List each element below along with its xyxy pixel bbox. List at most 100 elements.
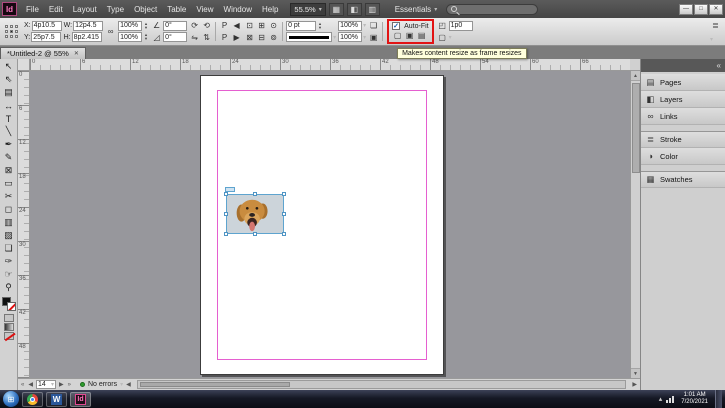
scale-y-stepper[interactable]: ▴ ▾ (143, 33, 149, 42)
scissors-tool[interactable]: ✂ (1, 190, 17, 203)
select-previous-object-button[interactable]: ◀ (231, 20, 242, 31)
scroll-left-button[interactable]: ◀ (125, 381, 132, 388)
rotation-angle-field[interactable]: 0° (163, 20, 188, 31)
expand-panels-icon[interactable]: « (717, 61, 721, 70)
opacity-field[interactable]: 100% (338, 20, 363, 31)
show-desktop-button[interactable] (715, 390, 722, 408)
resize-handle[interactable] (282, 212, 286, 216)
selected-image-frame[interactable] (224, 187, 286, 236)
paragraph-style-button[interactable]: P (219, 32, 230, 43)
fill-stroke-control[interactable] (1, 297, 16, 311)
scroll-up-button[interactable]: ▲ (630, 71, 641, 81)
free-transform-tool[interactable]: ◻ (1, 203, 17, 216)
stroke-type-dropdown[interactable] (286, 32, 333, 43)
view-options-button[interactable]: ▦ (328, 2, 344, 16)
resize-handle[interactable] (224, 232, 228, 236)
preflight-status[interactable]: No errors ▾ (79, 381, 123, 388)
effects-button[interactable]: ▣ (368, 32, 379, 43)
start-button[interactable]: ⊞ (3, 391, 19, 407)
resize-handle[interactable] (253, 192, 257, 196)
apply-none-button[interactable] (3, 332, 14, 340)
horizontal-ruler[interactable]: 0 6 12 18 24 30 36 42 48 54 60 66 (30, 59, 630, 71)
minimize-button[interactable]: — (679, 3, 693, 15)
width-field[interactable]: 12p4.5 (73, 20, 104, 31)
y-field[interactable]: 25p7.5 (31, 32, 62, 43)
stroke-color-swatch[interactable] (6, 302, 16, 311)
vertical-scroll-thumb[interactable] (631, 83, 640, 173)
tab-close-icon[interactable]: ✕ (74, 50, 79, 57)
scroll-down-button[interactable]: ▼ (630, 368, 641, 378)
menu-type[interactable]: Type (102, 3, 129, 16)
scale-x-stepper[interactable]: ▴ ▾ (143, 21, 149, 30)
stroke-weight-field[interactable]: 0 pt (286, 20, 317, 31)
control-panel-menu-icon[interactable]: ≣ (710, 20, 721, 31)
horizontal-scrollbar[interactable] (136, 380, 627, 389)
corner-options-icon[interactable]: ◰ (437, 20, 448, 31)
vertical-ruler[interactable]: 0 6 12 18 24 30 36 42 48 (18, 71, 30, 378)
panel-stroke[interactable]: ≣ Stroke (641, 131, 725, 148)
scroll-right-button[interactable]: ▶ (631, 381, 638, 388)
text-wrap-bounding-box-button[interactable]: ▣ (404, 30, 415, 41)
text-wrap-object-button[interactable]: ▤ (416, 30, 427, 41)
menu-object[interactable]: Object (129, 3, 162, 16)
hand-tool[interactable]: ☞ (1, 268, 17, 281)
pen-tool[interactable]: ✒ (1, 138, 17, 151)
reference-point-proxy[interactable] (5, 24, 19, 39)
screen-mode-button[interactable]: ◧ (346, 2, 362, 16)
stroke-weight-stepper[interactable]: ▴ ▾ (317, 21, 323, 30)
apply-gradient-button[interactable] (3, 323, 14, 331)
fit-frame-to-content-button[interactable]: ⊞ (256, 20, 267, 31)
next-page-button[interactable]: ▶ (58, 381, 65, 388)
scale-y-field[interactable]: 100% (118, 32, 143, 43)
line-tool[interactable]: ╲ (1, 125, 17, 138)
menu-edit[interactable]: Edit (44, 3, 68, 16)
gradient-feather-tool[interactable]: ▨ (1, 229, 17, 242)
shear-angle-field[interactable]: 0° (163, 32, 188, 43)
menu-window[interactable]: Window (219, 3, 257, 16)
first-page-button[interactable]: « (20, 382, 25, 388)
vertical-scrollbar[interactable]: ▲ ▼ (630, 71, 641, 378)
indesign-logo-icon[interactable]: Id (2, 2, 17, 16)
previous-page-button[interactable]: ◀ (27, 381, 34, 388)
selection-tool[interactable]: ↖ (1, 60, 17, 73)
page-tool[interactable]: ▤ (1, 86, 17, 99)
scale-x-field[interactable]: 100% (118, 20, 143, 31)
resize-handle[interactable] (224, 212, 228, 216)
menu-view[interactable]: View (191, 3, 218, 16)
x-field[interactable]: 4p10.5 (31, 20, 62, 31)
frame-fitting-options-button[interactable]: ⊚ (268, 32, 279, 43)
horizontal-scroll-thumb[interactable] (139, 382, 290, 387)
gradient-swatch-tool[interactable]: ▥ (1, 216, 17, 229)
menu-help[interactable]: Help (257, 3, 283, 16)
pencil-tool[interactable]: ✎ (1, 151, 17, 164)
panel-swatches[interactable]: ▦ Swatches (641, 171, 725, 188)
fit-content-proportionally-button[interactable]: ⊟ (256, 32, 267, 43)
corner-shape-dropdown[interactable]: ▢ (437, 32, 448, 43)
resize-handle[interactable] (282, 232, 286, 236)
select-next-object-button[interactable]: ▶ (231, 32, 242, 43)
flip-horizontal-button[interactable]: ⇋ (189, 32, 200, 43)
panel-color[interactable]: ◑ Color (641, 148, 725, 165)
apply-color-button[interactable] (3, 314, 14, 322)
rectangle-tool[interactable]: ▭ (1, 177, 17, 190)
resize-handle[interactable] (224, 192, 228, 196)
ruler-origin-corner[interactable] (18, 59, 30, 71)
network-icon[interactable] (666, 395, 675, 403)
taskbar-chrome[interactable] (22, 391, 43, 407)
flip-vertical-button[interactable]: ⇅ (201, 32, 212, 43)
last-page-button[interactable]: » (67, 382, 72, 388)
panel-pages[interactable]: ▤ Pages (641, 74, 725, 91)
center-content-button[interactable]: ⊙ (268, 20, 279, 31)
panel-layers[interactable]: ◧ Layers (641, 91, 725, 108)
autofit-checkbox[interactable]: ✓ (392, 22, 401, 30)
object-style-button[interactable]: P (219, 20, 230, 31)
resize-handle[interactable] (282, 192, 286, 196)
pasteboard[interactable] (30, 71, 630, 378)
zoom-level-dropdown[interactable]: 55.5% ▾ (290, 2, 326, 16)
taskbar-clock[interactable]: 1:01 AM 7/20/2021 (678, 392, 711, 406)
menu-file[interactable]: File (21, 3, 44, 16)
show-hidden-icons-button[interactable]: ▴ (659, 395, 663, 403)
text-wrap-none-button[interactable]: ▢ (392, 30, 403, 41)
direct-selection-tool[interactable]: ⇖ (1, 73, 17, 86)
type-tool[interactable]: T (1, 112, 17, 125)
